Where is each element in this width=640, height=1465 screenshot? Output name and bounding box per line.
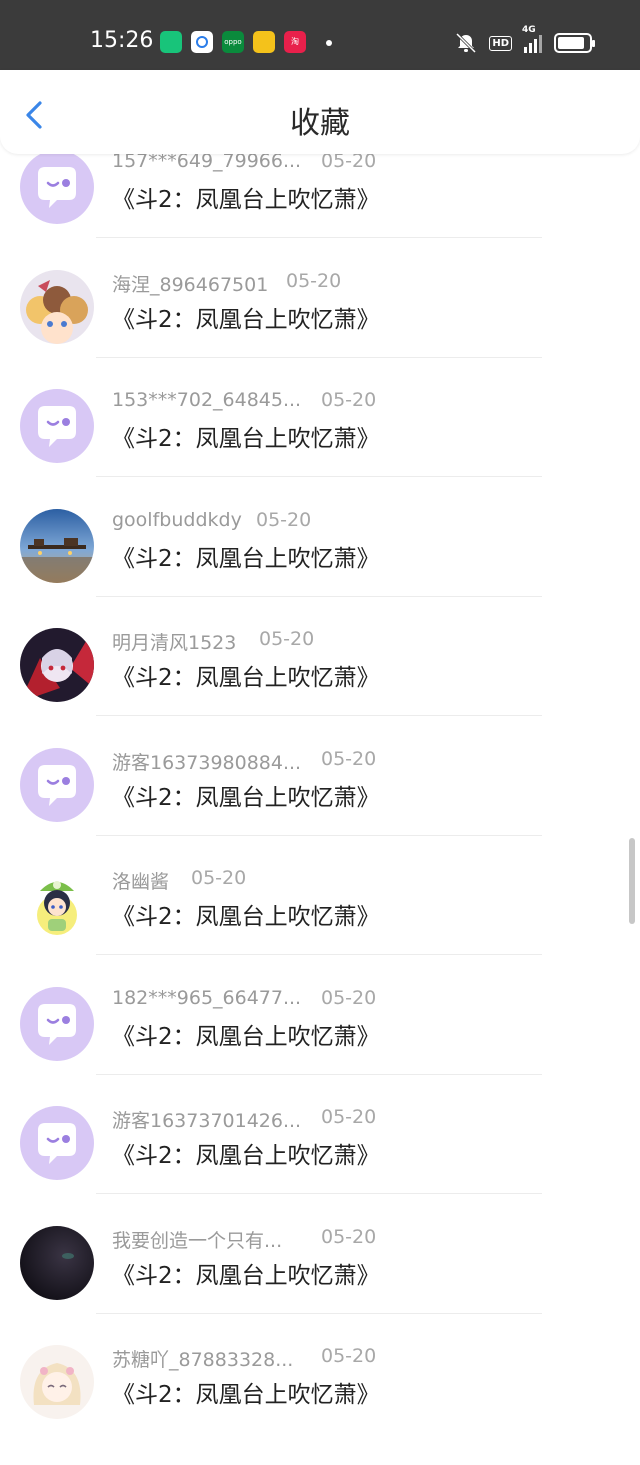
list-item[interactable]: 海涅_896467501 05-20 《斗2：凤凰台上吹忆萧》 — [0, 270, 640, 390]
username[interactable]: 游客16373980884... — [112, 752, 301, 774]
item-date: 05-20 — [191, 867, 247, 889]
battery-icon — [554, 33, 595, 53]
item-meta: 明月清风1523 05-20 — [112, 628, 314, 655]
item-title[interactable]: 《斗2：凤凰台上吹忆萧》 — [112, 419, 380, 453]
divider — [96, 357, 542, 358]
list-item[interactable]: 我要创造一个只有... 05-20 《斗2：凤凰台上吹忆萧》 — [0, 1226, 640, 1346]
divider — [96, 835, 542, 836]
signal-icon: 4G — [522, 25, 542, 53]
browser-icon — [191, 31, 213, 53]
item-meta: 洛幽酱 05-20 — [112, 867, 246, 894]
item-date: 05-20 — [259, 628, 315, 650]
item-date: 05-20 — [321, 1106, 377, 1128]
list-item[interactable]: 游客16373980884... 05-20 《斗2：凤凰台上吹忆萧》 — [0, 748, 640, 868]
page-title: 收藏 — [290, 106, 350, 141]
username[interactable]: 我要创造一个只有... — [112, 1230, 282, 1252]
item-meta: 苏糖吖_87883328... 05-20 — [112, 1345, 376, 1372]
item-title[interactable]: 《斗2：凤凰台上吹忆萧》 — [112, 1017, 380, 1051]
item-meta: 153***702_64845... 05-20 — [112, 389, 376, 411]
list-item[interactable]: 182***965_66477... 05-20 《斗2：凤凰台上吹忆萧》 — [0, 987, 640, 1107]
item-title[interactable]: 《斗2：凤凰台上吹忆萧》 — [112, 1375, 380, 1409]
divider — [96, 1074, 542, 1075]
item-title[interactable]: 《斗2：凤凰台上吹忆萧》 — [112, 1136, 380, 1170]
list-item[interactable]: 157***649_79966... 05-20 《斗2：凤凰台上吹忆萧》 — [0, 150, 640, 270]
avatar[interactable] — [20, 150, 94, 224]
item-meta: 我要创造一个只有... 05-20 — [112, 1226, 376, 1253]
item-date: 05-20 — [321, 748, 377, 770]
list-item[interactable]: 洛幽酱 05-20 《斗2：凤凰台上吹忆萧》 — [0, 867, 640, 987]
item-date: 05-20 — [321, 1345, 377, 1367]
item-date: 05-20 — [286, 270, 342, 292]
divider — [96, 237, 542, 238]
divider — [96, 596, 542, 597]
item-title[interactable]: 《斗2：凤凰台上吹忆萧》 — [112, 658, 380, 692]
avatar[interactable] — [20, 628, 94, 702]
oppo-icon: oppo — [222, 31, 244, 53]
username[interactable]: 明月清风1523 — [112, 632, 236, 654]
avatar[interactable] — [20, 1106, 94, 1180]
nav-header: 收藏 — [0, 70, 640, 154]
item-title[interactable]: 《斗2：凤凰台上吹忆萧》 — [112, 300, 380, 334]
item-date: 05-20 — [321, 389, 377, 411]
hd-badge: HD — [489, 35, 512, 51]
username[interactable]: 洛幽酱 — [112, 871, 169, 893]
taobao-icon: 淘 — [284, 31, 306, 53]
avatar[interactable] — [20, 389, 94, 463]
item-title[interactable]: 《斗2：凤凰台上吹忆萧》 — [112, 897, 380, 931]
status-time: 15:26 — [90, 28, 154, 53]
avatar[interactable] — [20, 867, 94, 941]
item-title[interactable]: 《斗2：凤凰台上吹忆萧》 — [112, 1256, 380, 1290]
username[interactable]: 182***965_66477... — [112, 987, 301, 1009]
username[interactable]: 苏糖吖_87883328... — [112, 1349, 293, 1371]
avatar[interactable] — [20, 748, 94, 822]
item-date: 05-20 — [321, 987, 377, 1009]
list-item[interactable]: 游客16373701426... 05-20 《斗2：凤凰台上吹忆萧》 — [0, 1106, 640, 1226]
item-date: 05-20 — [321, 1226, 377, 1248]
status-bar: 15:26 oppo 淘 HD 4G — [0, 0, 640, 70]
yellow-app-icon — [253, 31, 275, 53]
avatar[interactable] — [20, 509, 94, 583]
network-type: 4G — [522, 25, 536, 35]
divider — [96, 1193, 542, 1194]
avatar[interactable] — [20, 1345, 94, 1419]
item-meta: 182***965_66477... 05-20 — [112, 987, 376, 1009]
username[interactable]: 153***702_64845... — [112, 389, 301, 411]
list-item[interactable]: goolfbuddkdy 05-20 《斗2：凤凰台上吹忆萧》 — [0, 509, 640, 629]
item-title[interactable]: 《斗2：凤凰台上吹忆萧》 — [112, 778, 380, 812]
item-meta: goolfbuddkdy 05-20 — [112, 509, 311, 531]
list-item[interactable]: 明月清风1523 05-20 《斗2：凤凰台上吹忆萧》 — [0, 628, 640, 748]
app-store-icon — [160, 31, 182, 53]
scrollbar-thumb[interactable] — [629, 838, 635, 924]
list-item[interactable]: 153***702_64845... 05-20 《斗2：凤凰台上吹忆萧》 — [0, 389, 640, 509]
item-meta: 海涅_896467501 05-20 — [112, 270, 341, 297]
avatar[interactable] — [20, 1226, 94, 1300]
username[interactable]: 游客16373701426... — [112, 1110, 301, 1132]
list-item[interactable]: 苏糖吖_87883328... 05-20 《斗2：凤凰台上吹忆萧》 — [0, 1345, 640, 1465]
username[interactable]: 海涅_896467501 — [112, 274, 268, 296]
divider — [96, 715, 542, 716]
item-title[interactable]: 《斗2：凤凰台上吹忆萧》 — [112, 539, 380, 573]
username[interactable]: goolfbuddkdy — [112, 509, 242, 531]
divider — [96, 476, 542, 477]
item-date: 05-20 — [256, 509, 312, 531]
notification-dot — [326, 40, 332, 46]
item-meta: 游客16373980884... 05-20 — [112, 748, 376, 775]
avatar[interactable] — [20, 987, 94, 1061]
item-meta: 游客16373701426... 05-20 — [112, 1106, 376, 1133]
divider — [96, 954, 542, 955]
bell-muted-icon — [456, 33, 477, 53]
item-title[interactable]: 《斗2：凤凰台上吹忆萧》 — [112, 180, 380, 214]
divider — [96, 1313, 542, 1314]
status-indicators: HD 4G — [455, 25, 595, 54]
avatar[interactable] — [20, 270, 94, 344]
